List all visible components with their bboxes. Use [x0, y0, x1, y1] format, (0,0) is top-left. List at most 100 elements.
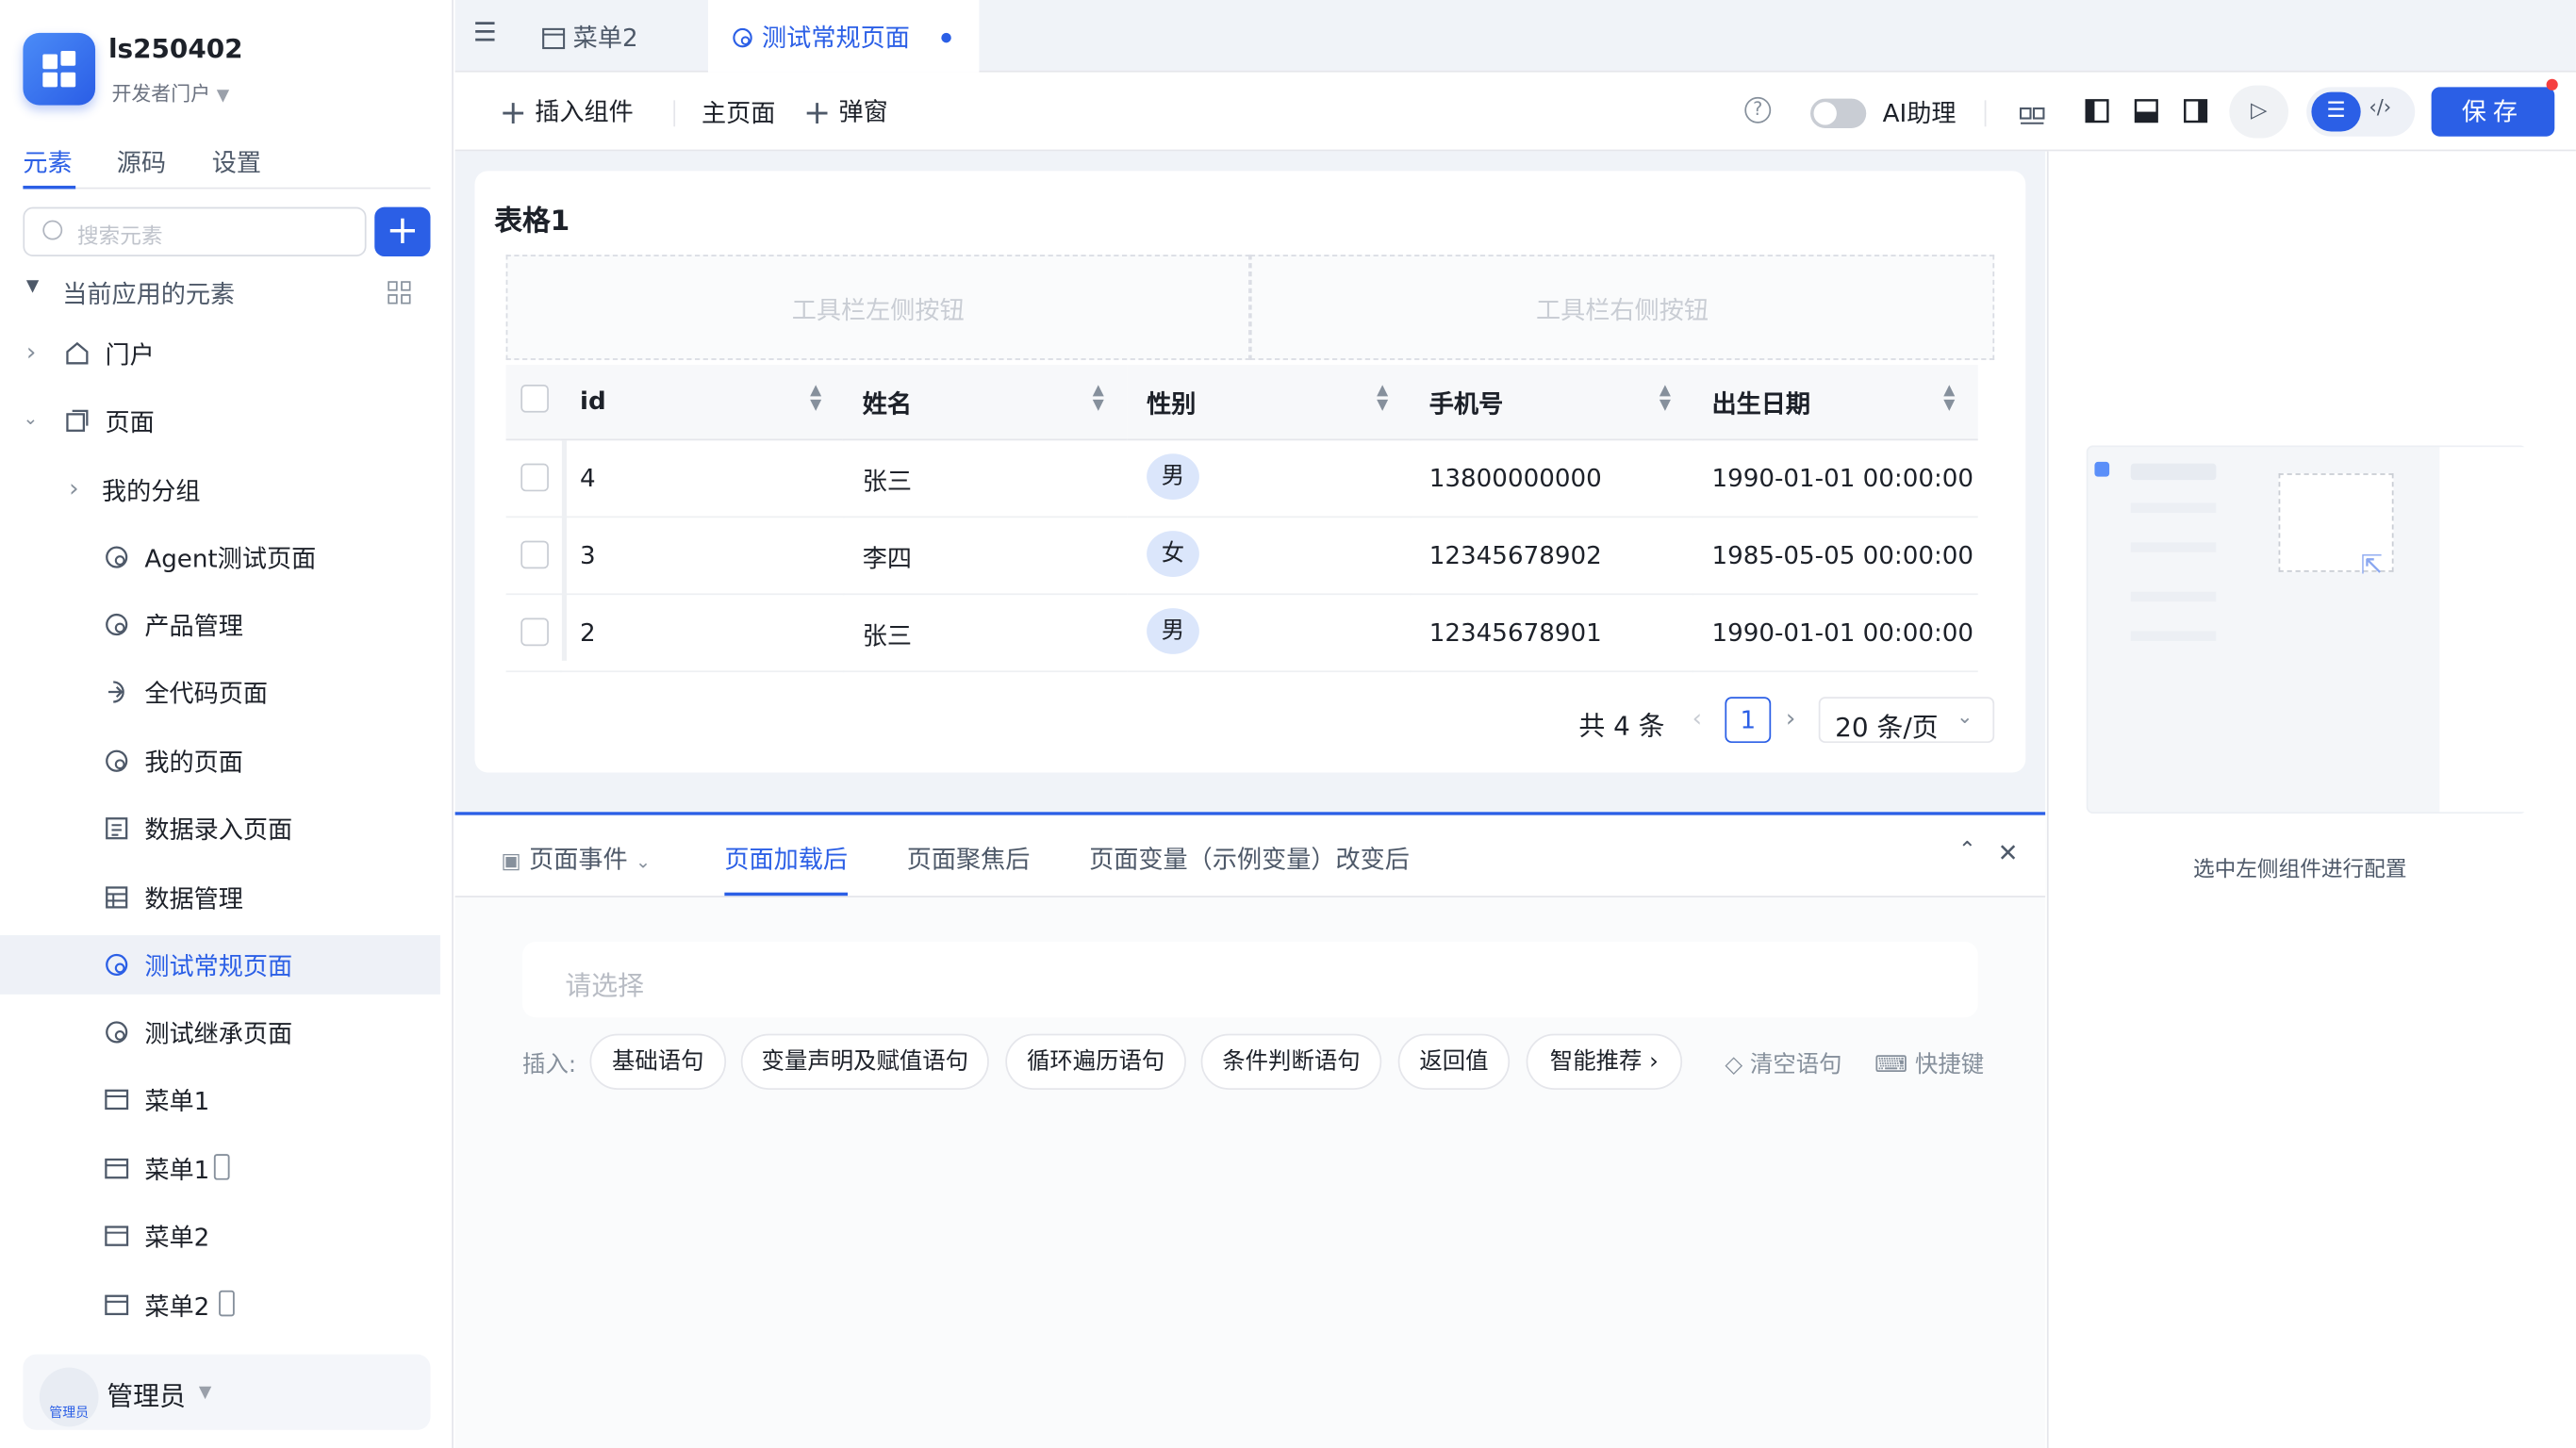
divider: [1984, 100, 1987, 127]
toolbar-right-slot[interactable]: 工具栏右侧按钮: [1249, 255, 1995, 360]
sort-icon[interactable]: ▲ ▼: [1943, 384, 1955, 414]
tree-item-my-group[interactable]: › 我的分组: [0, 460, 440, 519]
tab-test-page[interactable]: 测试常规页面: [707, 0, 980, 73]
tree-item-page-selected[interactable]: 测试常规页面: [0, 935, 440, 995]
tree-item-page[interactable]: Agent测试页面: [0, 528, 440, 587]
sort-icon[interactable]: ▲ ▼: [1093, 384, 1104, 414]
mobile-icon: [219, 1290, 235, 1317]
tree-item-page[interactable]: 数据录入页面: [0, 798, 440, 858]
page-icon: [733, 27, 752, 48]
tree-item-page[interactable]: 数据管理: [0, 868, 440, 928]
caret-down-icon[interactable]: ▼: [26, 278, 39, 296]
table-cell: 张三: [842, 595, 1128, 673]
collapse-sidebar-icon[interactable]: ☰: [473, 16, 497, 47]
config-hint: 选中左侧组件进行配置: [2192, 858, 2407, 883]
row-checkbox[interactable]: [520, 463, 549, 492]
tree-item-portal[interactable]: › 门户: [0, 323, 440, 383]
left-panel-icon[interactable]: [2085, 99, 2109, 123]
tree-item-page[interactable]: 测试继承页面: [0, 1003, 440, 1062]
select-all-checkbox[interactable]: [520, 384, 549, 413]
notification-dot-icon: [2546, 78, 2558, 90]
row-checkbox-cell: [505, 440, 562, 518]
clear-statements-button[interactable]: ◇ 清空语句: [1725, 1047, 1841, 1080]
table-cell: 男: [1127, 595, 1412, 673]
collapse-all-icon[interactable]: [388, 281, 411, 304]
help-icon[interactable]: ?: [1744, 96, 1772, 123]
gender-tag: 男: [1147, 608, 1199, 654]
table-cell: 3: [560, 518, 845, 596]
caret-down-icon: ▼: [198, 1384, 212, 1403]
chevron-right-icon: ›: [25, 337, 37, 367]
bottom-panel-icon[interactable]: [2134, 99, 2158, 123]
row-checkbox[interactable]: [520, 540, 549, 569]
tree-item-menu[interactable]: 菜单1: [0, 1139, 440, 1198]
popup-button[interactable]: + 弹窗: [803, 92, 888, 132]
section-title: 当前应用的元素: [62, 279, 236, 309]
insert-condition-statement-button[interactable]: 条件判断语句: [1200, 1033, 1382, 1090]
prev-page-icon[interactable]: ‹: [1693, 703, 1702, 732]
tab-after-load[interactable]: 页面加载后: [724, 842, 848, 877]
insert-basic-statement-button[interactable]: 基础语句: [589, 1033, 727, 1090]
tab-source[interactable]: 源码: [117, 144, 166, 179]
menu-icon: [105, 1226, 129, 1246]
shortcut-button[interactable]: ⌨ 快捷键: [1874, 1047, 1984, 1080]
tree-item-page[interactable]: 全代码页面: [0, 663, 440, 722]
unsaved-dot-icon: [940, 32, 951, 43]
toolbar-left-slot[interactable]: 工具栏左侧按钮: [505, 255, 1250, 360]
page-number-button[interactable]: 1: [1725, 697, 1772, 744]
row-checkbox[interactable]: [520, 617, 549, 647]
tree-item-page[interactable]: 产品管理: [0, 595, 440, 654]
portal-switcher[interactable]: 开发者门户 ▼: [111, 79, 229, 107]
insert-loop-statement-button[interactable]: 循环遍历语句: [1005, 1033, 1186, 1090]
action-select[interactable]: 请选择: [522, 942, 1978, 1018]
tree-item-menu[interactable]: 菜单2: [0, 1275, 440, 1335]
app-name: ls250402: [107, 32, 243, 64]
close-icon[interactable]: ✕: [1998, 838, 2019, 867]
tab-menu2[interactable]: 菜单2: [522, 0, 706, 73]
sort-icon[interactable]: ▲ ▼: [810, 384, 821, 414]
insert-variable-statement-button[interactable]: 变量声明及赋值语句: [740, 1033, 989, 1090]
pagination-total: 共 4 条: [1578, 710, 1665, 742]
column-header[interactable]: 出生日期 ▲ ▼: [1692, 365, 1978, 441]
settings-sliders-icon[interactable]: ☰: [2311, 91, 2361, 132]
preview-play-icon[interactable]: ▷: [2229, 85, 2289, 139]
tab-elements[interactable]: 元素: [23, 144, 72, 179]
column-header[interactable]: 姓名 ▲ ▼: [842, 365, 1128, 441]
page-size-select[interactable]: 20 条/页 ⌄: [1818, 697, 1995, 744]
table-cell: 12345678902: [1409, 518, 1694, 596]
table-cell: 女: [1127, 518, 1412, 596]
ai-toggle[interactable]: [1810, 98, 1867, 128]
column-header[interactable]: 手机号 ▲ ▼: [1409, 365, 1694, 441]
tree-item-menu[interactable]: 菜单2: [0, 1207, 440, 1266]
tab-after-variable-change[interactable]: 页面变量（示例变量）改变后: [1089, 842, 1410, 877]
tab-after-focus[interactable]: 页面聚焦后: [907, 842, 1031, 877]
divider: [673, 100, 676, 127]
sort-icon[interactable]: ▲ ▼: [1660, 384, 1671, 414]
next-page-icon[interactable]: ›: [1786, 703, 1795, 732]
right-panel-icon[interactable]: [2184, 99, 2208, 123]
gender-tag: 男: [1147, 453, 1199, 501]
column-header[interactable]: id ▲ ▼: [560, 365, 845, 441]
code-icon[interactable]: ‹/›: [2369, 95, 2391, 118]
gender-tag: 女: [1147, 531, 1199, 577]
add-element-button[interactable]: +: [374, 206, 431, 256]
empty-state-illustration: ⇱: [2086, 445, 2529, 814]
tab-settings[interactable]: 设置: [212, 144, 261, 179]
event-type-dropdown[interactable]: ▣ 页面事件 ⌄: [501, 842, 651, 877]
collapse-panel-icon[interactable]: ⌃: [1958, 838, 1976, 863]
table-cell: 1985-05-05 00:00:00: [1692, 518, 1978, 596]
eraser-icon: ◇: [1725, 1051, 1743, 1078]
tree-item-menu[interactable]: 菜单1: [0, 1070, 440, 1129]
column-header[interactable]: 性别 ▲ ▼: [1127, 365, 1412, 441]
sort-icon[interactable]: ▲ ▼: [1377, 384, 1388, 414]
save-button[interactable]: 保存: [2431, 87, 2555, 137]
insert-component-button[interactable]: + 插入组件: [500, 92, 634, 132]
main-page-button[interactable]: 主页面: [702, 95, 775, 130]
tree-item-pages[interactable]: ⌄ 页面: [0, 391, 440, 451]
plus-icon: +: [802, 91, 832, 132]
search-input[interactable]: 搜索元素: [23, 206, 367, 256]
smart-recommend-button[interactable]: 智能推荐 ›: [1526, 1033, 1683, 1090]
layout-icon[interactable]: [2019, 100, 2045, 126]
insert-return-button[interactable]: 返回值: [1397, 1033, 1511, 1090]
tree-item-page[interactable]: 我的页面: [0, 732, 440, 791]
